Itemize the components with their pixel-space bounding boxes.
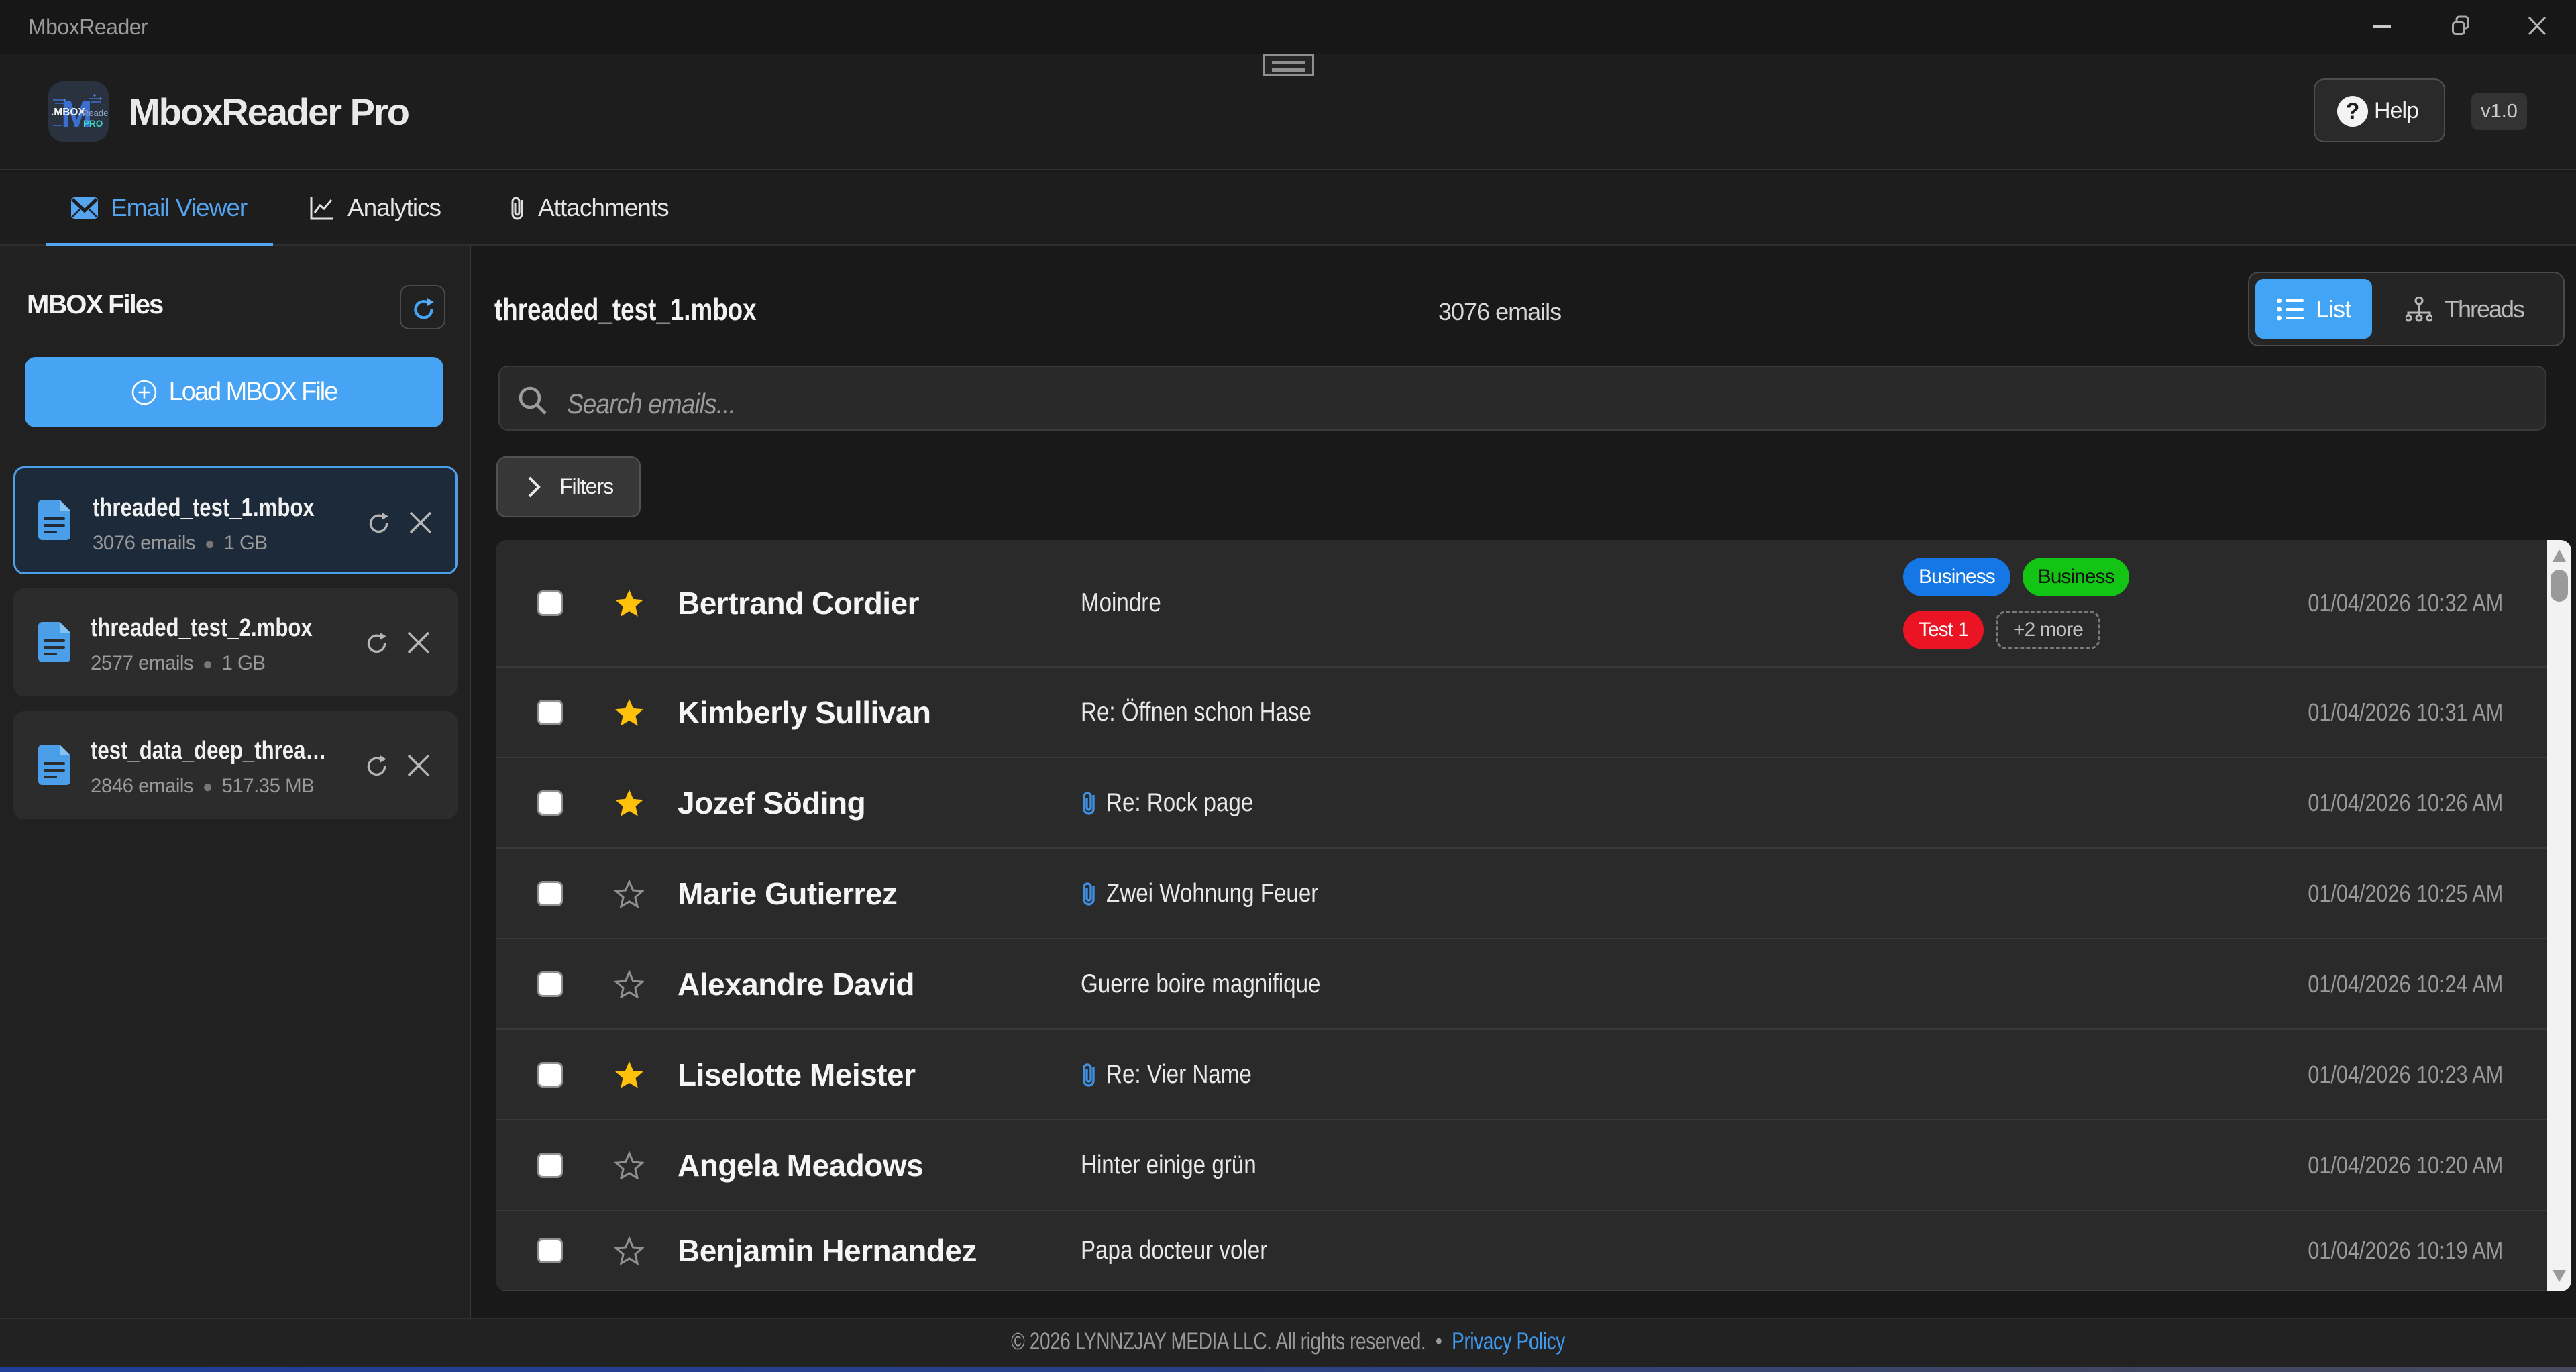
- svg-text:.MBOX: .MBOX: [51, 107, 85, 118]
- svg-text:PRO: PRO: [83, 119, 103, 129]
- svg-text:Reader: Reader: [83, 108, 109, 118]
